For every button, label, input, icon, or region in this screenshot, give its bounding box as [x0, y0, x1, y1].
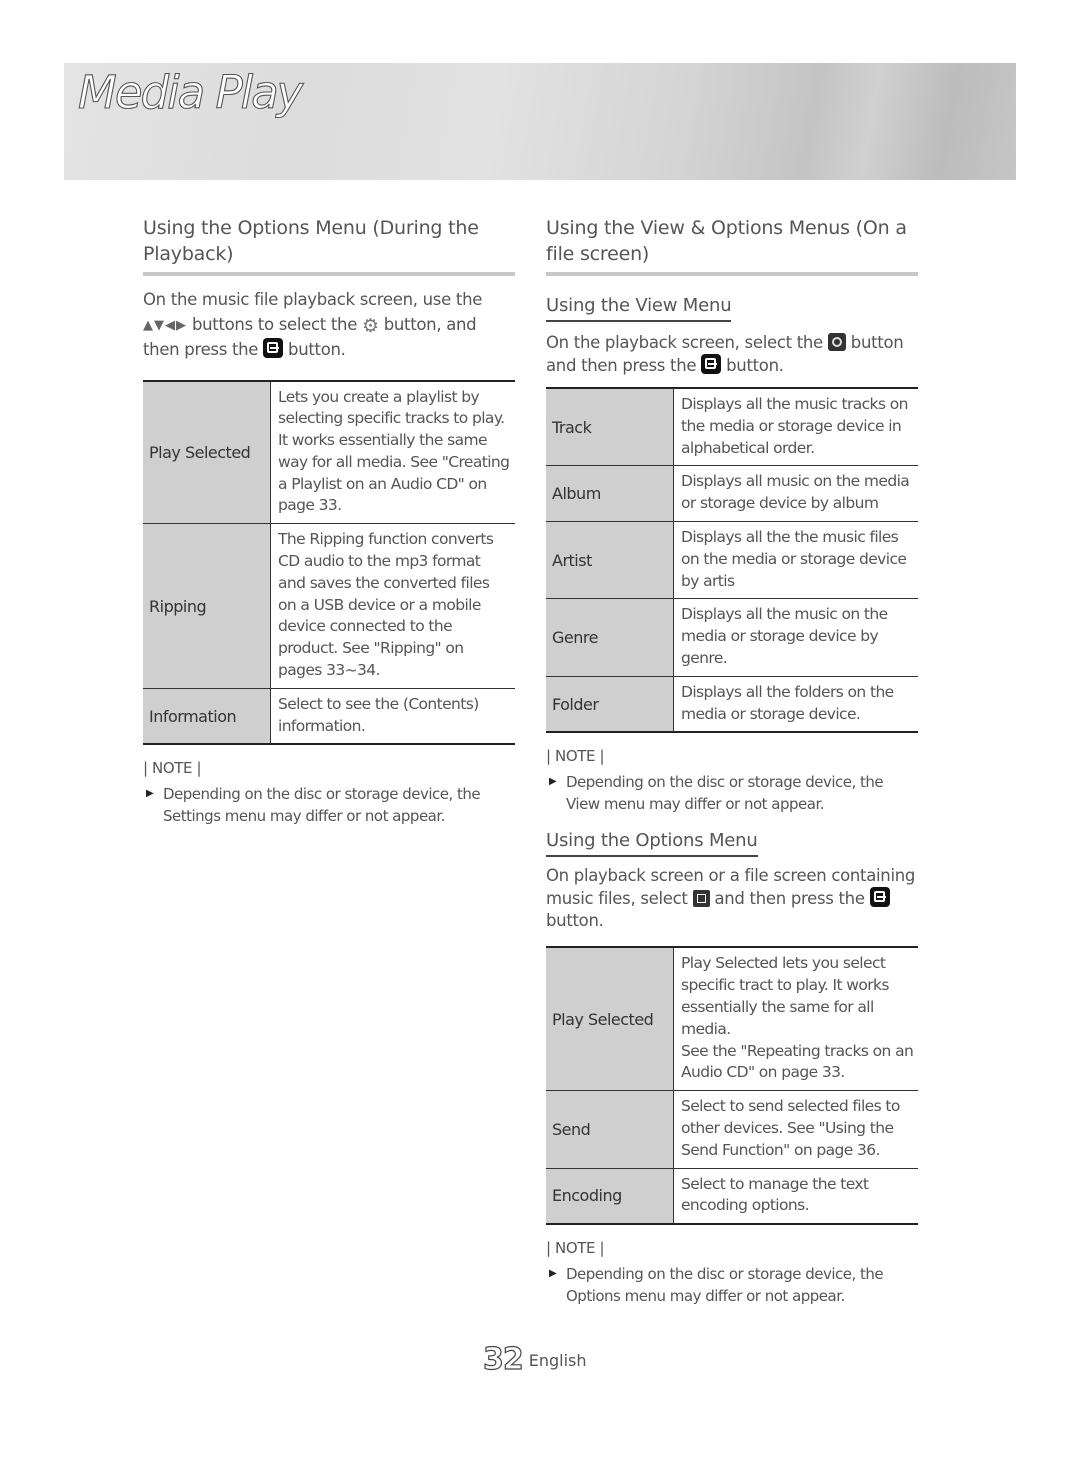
- option-desc: Select to see the (Contents) information…: [270, 687, 515, 745]
- page-language: English: [528, 1351, 587, 1370]
- page-footer: 32 English: [482, 1341, 587, 1377]
- bullet-icon: ▶: [146, 788, 154, 800]
- option-desc-text: Play Selected lets you select specific t…: [681, 954, 889, 1038]
- option-desc: Play Selected lets you select specific t…: [674, 947, 919, 1090]
- view-name: Folder: [546, 675, 674, 733]
- note-item: ▶ Depending on the disc or storage devic…: [143, 783, 515, 827]
- table-row: Information Select to see the (Contents)…: [143, 687, 515, 745]
- table-row: Track Displays all the music tracks on t…: [546, 388, 918, 466]
- note-label: | NOTE |: [143, 759, 202, 778]
- view-name: Album: [546, 465, 674, 522]
- intro-text: On the music file playback screen, use t…: [143, 290, 483, 309]
- view-desc: Displays all music on the media or stora…: [673, 465, 918, 522]
- option-desc: Select to send selected files to other d…: [673, 1090, 918, 1169]
- view-desc: Displays all the folders on the media or…: [673, 675, 918, 733]
- page-number: 32: [482, 1341, 524, 1377]
- option-desc: Lets you create a playlist by selecting …: [278, 387, 510, 515]
- option-name: Encoding: [546, 1167, 674, 1225]
- bullet-icon: ▶: [549, 1268, 557, 1280]
- view-name: Artist: [546, 520, 674, 599]
- table-row: Play Selected Play Selected lets you sel…: [546, 947, 919, 1091]
- gear-icon: ⚙: [362, 314, 379, 337]
- intro-text: then press the: [143, 340, 264, 359]
- note-label: | NOTE |: [546, 1239, 605, 1258]
- view-desc: Displays all the music tracks on the med…: [681, 395, 908, 457]
- subheading-options-menu: Using the Options Menu: [546, 829, 758, 858]
- bullet-icon: ▶: [549, 776, 557, 788]
- intro-text: button, and: [378, 314, 477, 334]
- note-text: Depending on the disc or storage device,…: [566, 773, 884, 814]
- table-row: Play Selected Lets you create a playlist…: [143, 380, 515, 524]
- section-heading-options-playback: Using the Options Menu (During the Playb…: [143, 215, 515, 276]
- intro-text: button.: [283, 340, 346, 359]
- right-column: Using the View & Options Menus (On a fil…: [546, 215, 918, 1307]
- note-label: | NOTE |: [546, 747, 605, 766]
- intro-text: and then press the: [709, 889, 870, 909]
- view-name: Track: [546, 388, 674, 466]
- options-menu-table: Play Selected Play Selected lets you sel…: [546, 946, 919, 1226]
- table-row: Send Select to send selected files to ot…: [546, 1090, 918, 1169]
- note-item: ▶ Depending on the disc or storage devic…: [546, 771, 918, 815]
- view-menu-table: Track Displays all the music tracks on t…: [546, 387, 918, 734]
- option-name: Information: [143, 687, 271, 745]
- note-text: Depending on the disc or storage device,…: [163, 785, 481, 826]
- enter-button-icon: [701, 354, 722, 374]
- note-text: Depending on the disc or storage device,…: [566, 1265, 884, 1306]
- arrow-buttons-icon: ▲▼◀▶: [143, 317, 187, 333]
- option-name: Play Selected: [546, 947, 674, 1091]
- section-heading-view-options: Using the View & Options Menus (On a fil…: [546, 215, 918, 276]
- table-row: Folder Displays all the folders on the m…: [546, 675, 918, 733]
- view-name: Genre: [546, 598, 674, 677]
- option-name: Ripping: [143, 523, 271, 689]
- view-button-icon: [827, 333, 846, 351]
- table-row: Encoding Select to manage the text encod…: [546, 1167, 918, 1225]
- subheading-view-menu: Using the View Menu: [546, 294, 732, 322]
- note-item: ▶ Depending on the disc or storage devic…: [546, 1263, 918, 1307]
- intro-text: button.: [546, 911, 604, 931]
- table-row: Album Displays all music on the media or…: [546, 465, 918, 522]
- option-desc-text: See the "Repeating tracks on an Audio CD…: [681, 1041, 914, 1082]
- intro-text: buttons to select the: [187, 314, 363, 334]
- table-row: Ripping The Ripping function converts CD…: [143, 523, 515, 689]
- options-button-icon: [692, 890, 710, 908]
- option-name: Play Selected: [143, 380, 271, 524]
- option-desc: The Ripping function converts CD audio t…: [270, 523, 515, 689]
- left-column: Using the Options Menu (During the Playb…: [143, 215, 515, 827]
- intro-text: On the playback screen, select the: [546, 333, 828, 352]
- option-name: Send: [546, 1090, 674, 1169]
- enter-button-icon: [869, 887, 890, 908]
- table-row: Genre Displays all the music on the medi…: [546, 598, 918, 677]
- table-row: Artist Displays all the the music files …: [546, 520, 918, 599]
- options-intro: On playback screen or a file screen cont…: [546, 865, 918, 932]
- options-playback-table: Play Selected Lets you create a playlist…: [143, 379, 515, 746]
- view-desc: Displays all the music on the media or s…: [673, 598, 918, 677]
- left-intro: On the music file playback screen, use t…: [143, 288, 515, 363]
- view-intro: On the playback screen, select the butto…: [546, 332, 918, 377]
- view-desc: Displays all the the music files on the …: [673, 520, 918, 599]
- chapter-title: Media Play: [77, 66, 303, 119]
- enter-button-icon: [263, 338, 284, 358]
- option-desc: Select to manage the text encoding optio…: [673, 1167, 918, 1225]
- intro-text: button.: [721, 356, 784, 375]
